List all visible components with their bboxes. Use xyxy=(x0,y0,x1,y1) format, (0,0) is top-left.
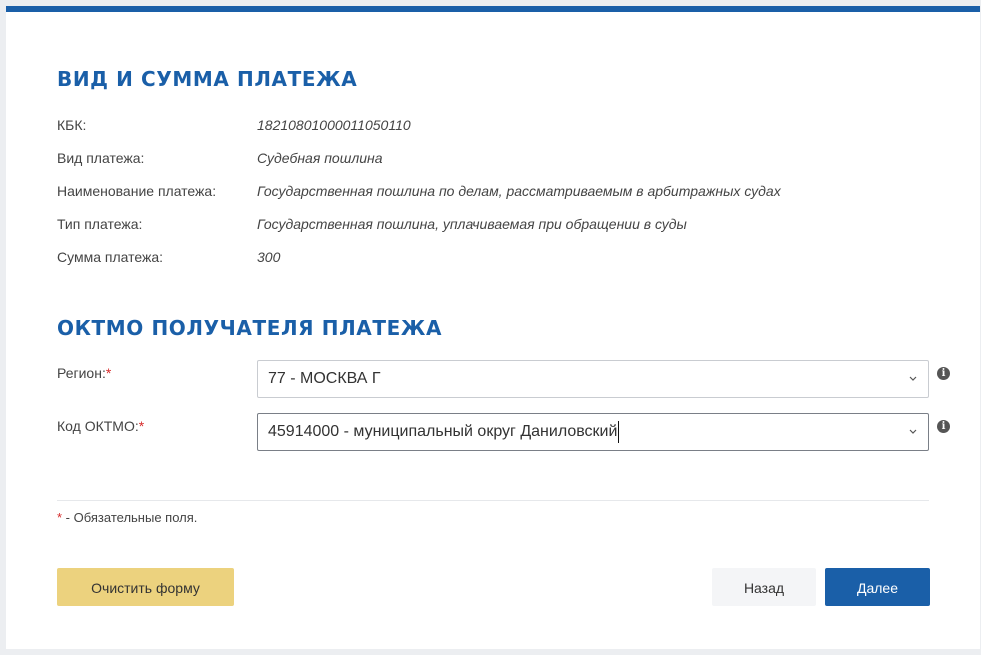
payment-type-label: Тип платежа: xyxy=(57,216,143,232)
chevron-down-icon xyxy=(909,429,917,434)
chevron-down-icon xyxy=(909,376,917,381)
oktmo-code-label-text: Код ОКТМО: xyxy=(57,418,139,434)
payment-amount-label: Сумма платежа: xyxy=(57,249,164,265)
payment-form-card: ВИД И СУММА ПЛАТЕЖА КБК: 182108010000110… xyxy=(6,6,980,649)
oktmo-section-title: ОКТМО ПОЛУЧАТЕЛЯ ПЛАТЕЖА xyxy=(57,316,443,340)
kbk-value: 18210801000011050110 xyxy=(257,117,411,133)
payment-amount-value: 300 xyxy=(257,249,281,265)
region-select[interactable]: 77 - МОСКВА Г xyxy=(257,360,929,398)
required-fields-note-text: - Обязательные поля. xyxy=(62,510,198,525)
back-button[interactable]: Назад xyxy=(712,568,816,606)
required-mark: * xyxy=(138,418,145,434)
oktmo-code-select[interactable]: 45914000 - муниципальный округ Даниловск… xyxy=(257,413,929,451)
payment-kind-value: Судебная пошлина xyxy=(257,150,383,166)
kbk-label: КБК: xyxy=(57,117,87,133)
payment-section-title: ВИД И СУММА ПЛАТЕЖА xyxy=(57,67,358,91)
clear-form-button[interactable]: Очистить форму xyxy=(57,568,234,606)
text-caret xyxy=(618,420,620,443)
required-fields-note: * - Обязательные поля. xyxy=(57,510,197,525)
oktmo-code-info-icon[interactable]: i xyxy=(937,420,950,433)
region-label-text: Регион: xyxy=(57,365,106,381)
region-info-icon[interactable]: i xyxy=(937,367,950,380)
divider xyxy=(57,500,929,501)
region-select-value: 77 - МОСКВА Г xyxy=(268,370,381,387)
payment-kind-label: Вид платежа: xyxy=(57,150,145,166)
required-mark: * xyxy=(105,365,112,381)
oktmo-code-label: Код ОКТМО:* xyxy=(57,418,144,434)
next-button[interactable]: Далее xyxy=(825,568,930,606)
region-label: Регион:* xyxy=(57,365,111,381)
payment-type-value: Государственная пошлина, уплачиваемая пр… xyxy=(257,216,687,232)
payment-name-label: Наименование платежа: xyxy=(57,183,217,199)
oktmo-code-select-value: 45914000 - муниципальный округ Даниловск… xyxy=(268,423,618,440)
payment-name-value: Государственная пошлина по делам, рассма… xyxy=(257,183,781,199)
